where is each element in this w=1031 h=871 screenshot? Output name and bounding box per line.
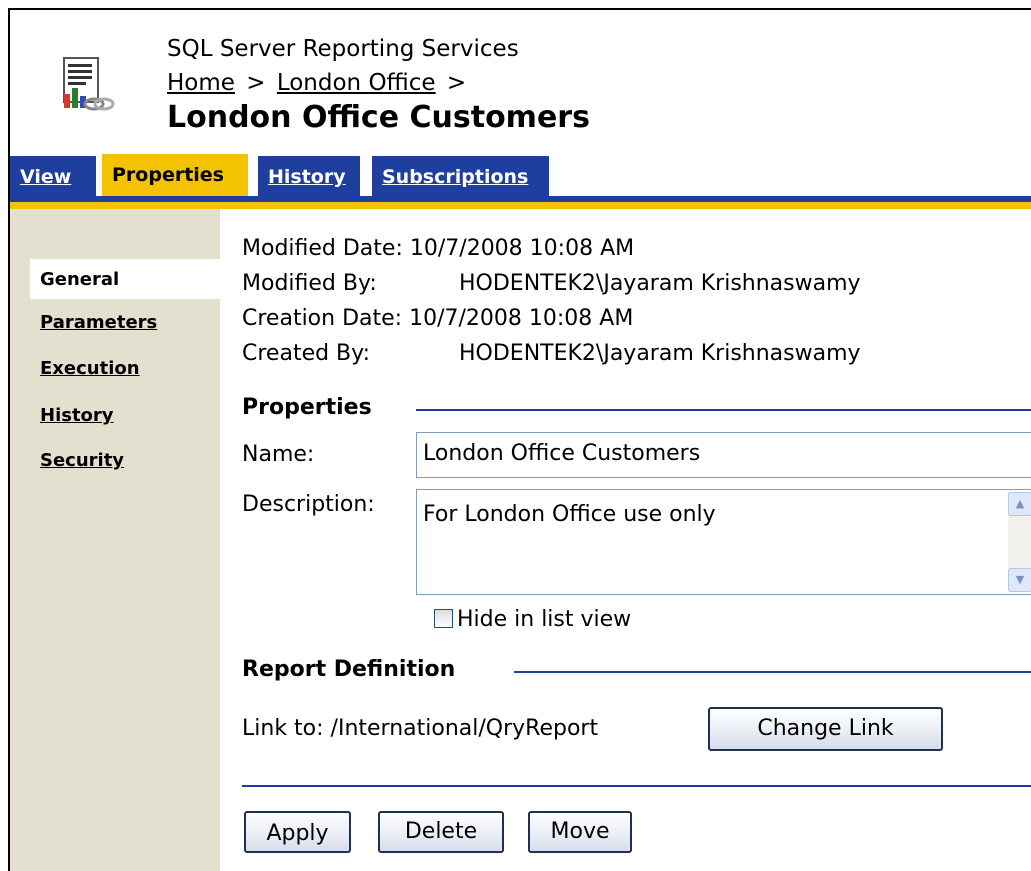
modified-by-label: Modified By:: [242, 271, 377, 296]
breadcrumb: Home > London Office >: [167, 70, 470, 96]
modified-by-value: HODENTEK2\Jayaram Krishnaswamy: [459, 271, 861, 296]
description-field[interactable]: For London Office use only ▲ ▼: [416, 489, 1031, 595]
tab-properties[interactable]: Properties: [102, 154, 248, 196]
sidebar-item-history[interactable]: History: [40, 405, 114, 426]
modified-by-row: Modified By: HODENTEK2\Jayaram Krishnasw…: [242, 266, 861, 301]
scroll-up-icon[interactable]: ▲: [1008, 492, 1031, 516]
item-metadata: Modified Date: 10/7/2008 10:08 AM Modifi…: [242, 231, 861, 371]
creation-date-label: Creation Date:: [242, 306, 403, 331]
sidebar: General Parameters Execution History Sec…: [10, 209, 220, 871]
report-icon: [63, 57, 115, 111]
created-by-row: Created By: HODENTEK2\Jayaram Krishnaswa…: [242, 336, 861, 371]
main-content: Modified Date: 10/7/2008 10:08 AM Modifi…: [220, 209, 1031, 871]
report-manager-window: SQL Server Reporting Services Home > Lon…: [8, 8, 1031, 871]
actions-divider: [242, 785, 1031, 787]
properties-divider: [416, 409, 1031, 411]
apply-button[interactable]: Apply: [244, 811, 351, 853]
link-path: /International/QryReport: [330, 716, 599, 741]
breadcrumb-folder-link[interactable]: London Office: [277, 70, 436, 96]
sidebar-item-parameters[interactable]: Parameters: [40, 312, 157, 333]
page-header: SQL Server Reporting Services Home > Lon…: [10, 10, 1031, 150]
description-label: Description:: [242, 492, 375, 517]
sidebar-item-security[interactable]: Security: [40, 450, 124, 471]
sidebar-item-execution[interactable]: Execution: [40, 358, 140, 379]
creation-date-value: 10/7/2008 10:08 AM: [409, 306, 634, 331]
change-link-button[interactable]: Change Link: [708, 707, 943, 751]
description-text: For London Office use only: [423, 502, 716, 527]
name-field[interactable]: London Office Customers: [416, 432, 1031, 478]
hide-in-list-view-option[interactable]: Hide in list view: [434, 607, 631, 632]
breadcrumb-separator: >: [446, 70, 467, 96]
properties-heading: Properties: [242, 395, 372, 420]
tab-bar-underline: [10, 202, 1031, 209]
breadcrumb-separator: >: [246, 70, 266, 96]
link-to-label: Link to:: [242, 716, 324, 741]
report-definition-heading: Report Definition: [242, 657, 456, 682]
report-definition-divider: [514, 671, 1031, 673]
tab-history[interactable]: History: [258, 156, 360, 196]
app-title: SQL Server Reporting Services: [167, 36, 519, 62]
tab-bar: View Properties History Subscriptions: [10, 154, 1031, 196]
modified-date-label: Modified Date:: [242, 236, 403, 261]
created-by-value: HODENTEK2\Jayaram Krishnaswamy: [459, 341, 861, 366]
breadcrumb-home-link[interactable]: Home: [167, 70, 235, 96]
created-by-label: Created By:: [242, 341, 370, 366]
hide-in-list-view-checkbox[interactable]: [434, 609, 453, 628]
move-button[interactable]: Move: [528, 811, 632, 853]
name-label: Name:: [242, 442, 315, 467]
modified-date-value: 10/7/2008 10:08 AM: [409, 236, 635, 261]
report-link-row: Link to: /International/QryReport: [242, 716, 598, 741]
description-scrollbar[interactable]: ▲ ▼: [1008, 492, 1031, 592]
hide-in-list-view-label: Hide in list view: [457, 607, 632, 632]
tab-view[interactable]: View: [10, 156, 96, 196]
creation-date-row: Creation Date: 10/7/2008 10:08 AM: [242, 301, 861, 336]
modified-date-row: Modified Date: 10/7/2008 10:08 AM: [242, 231, 861, 266]
tab-subscriptions[interactable]: Subscriptions: [372, 156, 549, 196]
scroll-down-icon[interactable]: ▼: [1008, 568, 1031, 592]
delete-button[interactable]: Delete: [378, 811, 504, 853]
sidebar-item-general[interactable]: General: [30, 259, 220, 299]
page-title: London Office Customers: [167, 100, 590, 135]
